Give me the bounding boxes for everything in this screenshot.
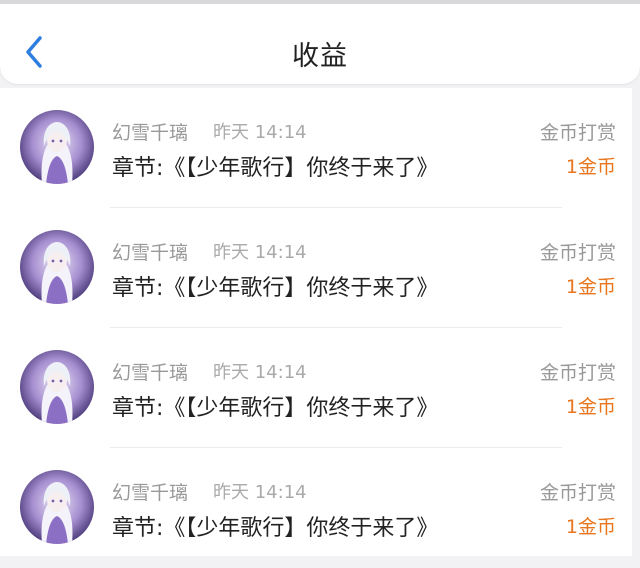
app-header: 收益 — [0, 4, 640, 84]
reward-type: 金币打赏 — [539, 122, 616, 144]
chapter-title: 章节:《【少年歌行】你终于来了》 — [112, 276, 439, 301]
avatar — [20, 110, 94, 184]
earnings-list: 幻雪千璃 昨天 14:14 章节:《【少年歌行】你终于来了》 金币打赏 1金币 — [0, 88, 632, 556]
timestamp: 昨天 14:14 — [213, 482, 307, 503]
sender-name: 幻雪千璃 — [112, 122, 189, 144]
avatar — [20, 230, 94, 304]
reward-type: 金币打赏 — [539, 482, 616, 504]
sender-name: 幻雪千璃 — [112, 362, 189, 384]
reward-amount: 1金币 — [565, 156, 616, 178]
sender-name: 幻雪千璃 — [112, 242, 189, 264]
scroll-track[interactable] — [632, 88, 640, 556]
reward-amount: 1金币 — [565, 516, 616, 538]
timestamp: 昨天 14:14 — [213, 242, 307, 263]
reward-amount: 1金币 — [565, 396, 616, 418]
reward-amount: 1金币 — [565, 276, 616, 298]
chapter-title: 章节:《【少年歌行】你终于来了》 — [112, 156, 439, 181]
list-item[interactable]: 幻雪千璃 昨天 14:14 章节:《【少年歌行】你终于来了》 金币打赏 1金币 — [0, 448, 632, 568]
reward-type: 金币打赏 — [539, 242, 616, 264]
avatar — [20, 350, 94, 424]
sender-name: 幻雪千璃 — [112, 482, 189, 504]
list-item[interactable]: 幻雪千璃 昨天 14:14 章节:《【少年歌行】你终于来了》 金币打赏 1金币 — [0, 88, 632, 208]
chapter-title: 章节:《【少年歌行】你终于来了》 — [112, 516, 439, 541]
reward-type: 金币打赏 — [539, 362, 616, 384]
timestamp: 昨天 14:14 — [213, 362, 307, 383]
avatar — [20, 470, 94, 544]
list-item[interactable]: 幻雪千璃 昨天 14:14 章节:《【少年歌行】你终于来了》 金币打赏 1金币 — [0, 208, 632, 328]
chapter-title: 章节:《【少年歌行】你终于来了》 — [112, 396, 439, 421]
list-item[interactable]: 幻雪千璃 昨天 14:14 章节:《【少年歌行】你终于来了》 金币打赏 1金币 — [0, 328, 632, 448]
timestamp: 昨天 14:14 — [213, 122, 307, 143]
page-title: 收益 — [292, 41, 348, 72]
